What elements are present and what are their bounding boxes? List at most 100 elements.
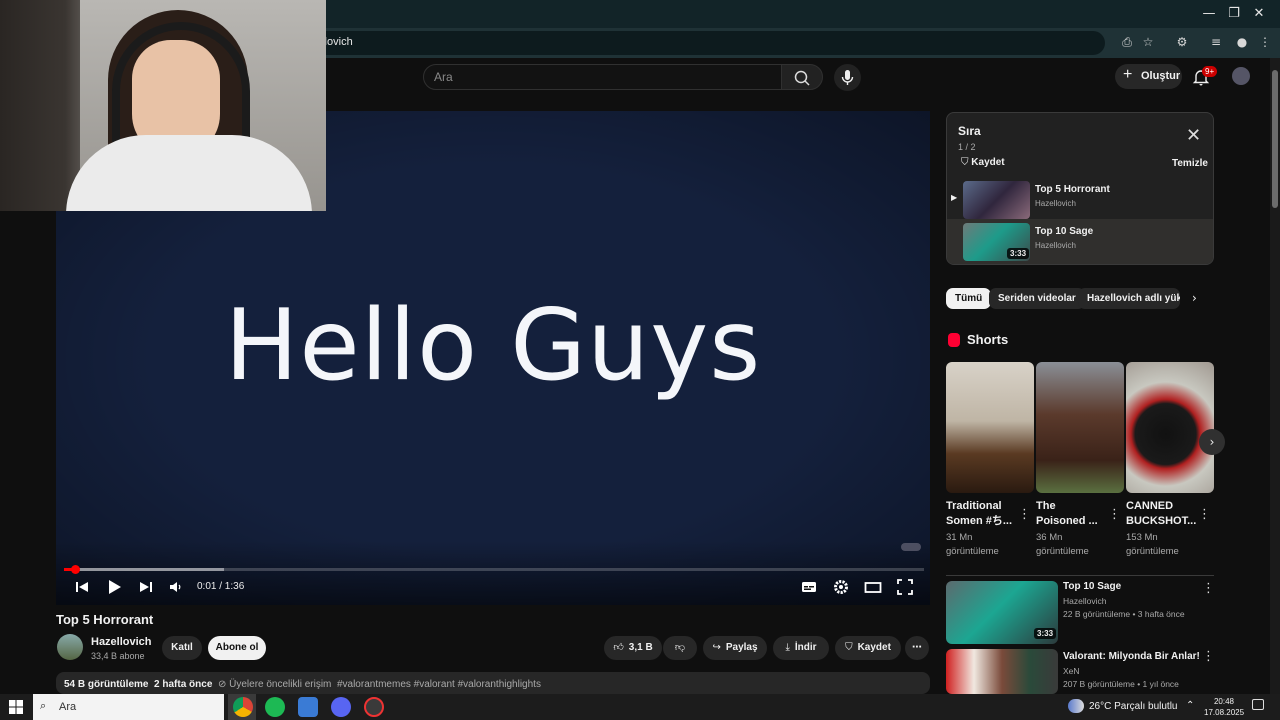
short-menu-icon[interactable]: ⋮ bbox=[1198, 507, 1211, 522]
theater-icon bbox=[864, 582, 882, 593]
account-avatar[interactable] bbox=[1232, 67, 1250, 85]
search-button[interactable] bbox=[781, 64, 823, 90]
dislike-button[interactable]: 👎︎ bbox=[663, 636, 697, 660]
install-app-icon[interactable]: ⎙ bbox=[1117, 33, 1137, 51]
settings-button[interactable] bbox=[831, 577, 851, 597]
related-title: Valorant: Milyonda Bir Anlar! bbox=[1063, 651, 1200, 662]
save-button[interactable]: ⛉ Kaydet bbox=[835, 636, 901, 660]
description-box[interactable]: 54 B görüntüleme 2 hafta önce ⊘ Üyelere … bbox=[56, 672, 930, 694]
shorts-next-arrow-icon[interactable]: › bbox=[1199, 429, 1225, 455]
chip-series[interactable]: Seriden videolar bbox=[989, 288, 1085, 309]
create-button[interactable]: + Oluştur bbox=[1115, 64, 1182, 89]
short-views-2: görüntüleme bbox=[1126, 546, 1179, 557]
scrollbar-thumb[interactable] bbox=[1272, 70, 1278, 208]
channel-avatar[interactable] bbox=[57, 634, 83, 660]
playlist-thumbnail bbox=[963, 181, 1030, 219]
taskbar-search[interactable]: Ara bbox=[33, 694, 224, 720]
omnibox[interactable] bbox=[300, 31, 1105, 55]
clock-time: 20:48 bbox=[1213, 697, 1235, 706]
chevron-up-icon[interactable]: ⌃ bbox=[1186, 700, 1194, 711]
chevron-right-icon[interactable]: › bbox=[1192, 291, 1197, 305]
app-icon[interactable] bbox=[298, 697, 318, 717]
short-card[interactable]: The Poisoned ... 36 Mn görüntüleme ⋮ bbox=[1036, 362, 1124, 559]
progress-scrubber[interactable] bbox=[71, 565, 80, 574]
extensions-icon[interactable]: ⚙ bbox=[1172, 33, 1192, 51]
short-card[interactable]: CANNED BUCKSHOT... 153 Mn görüntüleme ⋮ bbox=[1126, 362, 1214, 559]
chip-uploads[interactable]: Hazellovich adlı yükle bbox=[1078, 288, 1180, 309]
short-thumbnail bbox=[1036, 362, 1124, 493]
playlist-clear-button[interactable]: Temizle bbox=[1172, 158, 1208, 169]
like-button[interactable]: 👍︎ 3,1 B bbox=[604, 636, 662, 660]
download-icon: ⤓ bbox=[785, 642, 790, 653]
short-title-2: Poisoned ... bbox=[1036, 515, 1098, 527]
spotify-icon[interactable] bbox=[265, 697, 285, 717]
download-label: İndir bbox=[794, 642, 817, 653]
chrome-icon[interactable] bbox=[233, 697, 253, 717]
download-button[interactable]: ⤓ İndir bbox=[773, 636, 829, 660]
media-control-icon[interactable]: ≡ bbox=[1206, 33, 1226, 51]
fullscreen-icon bbox=[897, 579, 913, 595]
channel-watermark[interactable] bbox=[901, 543, 921, 551]
taskbar-clock[interactable]: 20:48 17.08.2025 bbox=[1204, 696, 1244, 718]
join-button[interactable]: Katıl bbox=[162, 636, 202, 660]
close-icon[interactable]: ✕ bbox=[1186, 125, 1201, 146]
share-button[interactable]: ↪ Paylaş bbox=[703, 636, 767, 660]
webcam-overlay bbox=[0, 0, 326, 211]
playlist-save-button[interactable]: ⛉ Kaydet bbox=[961, 157, 1005, 168]
thumbs-down-icon: 👎︎ bbox=[674, 642, 686, 653]
previous-button[interactable] bbox=[72, 577, 92, 597]
short-card[interactable]: Traditional Somen #ち... 31 Mn görüntüleme … bbox=[946, 362, 1034, 559]
short-menu-icon[interactable]: ⋮ bbox=[1018, 507, 1031, 522]
subscriber-count: 33,4 B abone bbox=[91, 651, 145, 661]
related-channel: Hazellovich bbox=[1063, 596, 1107, 606]
voice-search-button[interactable] bbox=[834, 64, 861, 91]
short-views: 36 Mn bbox=[1036, 532, 1063, 543]
subscribe-button[interactable]: Abone ol bbox=[208, 636, 266, 660]
fullscreen-button[interactable] bbox=[895, 577, 915, 597]
theater-mode-button[interactable] bbox=[863, 577, 883, 597]
playlist-save-label: Kaydet bbox=[971, 157, 1005, 168]
volume-button[interactable] bbox=[166, 577, 186, 597]
browser-menu-icon[interactable]: ⋮ bbox=[1255, 33, 1275, 51]
channel-name[interactable]: Hazellovich bbox=[91, 636, 152, 648]
gear-icon bbox=[834, 580, 848, 594]
now-playing-icon: ▶ bbox=[951, 193, 958, 202]
app-icon[interactable] bbox=[364, 697, 384, 717]
related-menu-icon[interactable]: ⋮ bbox=[1202, 581, 1215, 596]
weather-text[interactable]: 26°C Parçalı bulutlu bbox=[1089, 701, 1178, 712]
short-thumbnail bbox=[946, 362, 1034, 493]
play-icon bbox=[109, 580, 121, 594]
bookmark-star-icon[interactable]: ☆ bbox=[1138, 33, 1158, 51]
notification-badge: 9+ bbox=[1202, 66, 1218, 77]
progress-buffered bbox=[64, 568, 224, 571]
more-actions-button[interactable]: ⋯ bbox=[905, 636, 929, 660]
related-menu-icon[interactable]: ⋮ bbox=[1202, 649, 1215, 664]
playlist-item-channel: Hazellovich bbox=[1035, 199, 1076, 208]
previous-icon bbox=[76, 582, 88, 592]
related-video[interactable]: 3:33 Top 10 Sage Hazellovich 22 B görünt… bbox=[946, 581, 1215, 645]
playlist-item[interactable]: ▶ Top 5 Horrorant Hazellovich bbox=[947, 177, 1213, 219]
related-channel: XeN bbox=[1063, 666, 1080, 676]
profile-icon[interactable]: ● bbox=[1232, 33, 1252, 51]
search-input[interactable]: Ara bbox=[423, 64, 782, 90]
playlist-item[interactable]: 3:33 Top 10 Sage Hazellovich bbox=[947, 219, 1213, 264]
notification-center-icon[interactable] bbox=[1252, 699, 1264, 710]
close-window-button[interactable]: ✕ bbox=[1244, 4, 1274, 24]
short-menu-icon[interactable]: ⋮ bbox=[1108, 507, 1121, 522]
windows-start-icon[interactable] bbox=[9, 700, 23, 719]
chip-all[interactable]: Tümü bbox=[946, 288, 992, 309]
clock-date: 17.08.2025 bbox=[1204, 708, 1245, 717]
section-divider bbox=[946, 575, 1214, 576]
upload-age: 2 hafta önce bbox=[154, 679, 213, 690]
members-access: Üyelere öncelikli erişim bbox=[229, 679, 332, 690]
related-meta: 207 B görüntüleme • 1 yıl önce bbox=[1063, 679, 1179, 689]
next-button[interactable] bbox=[136, 577, 156, 597]
duration-badge: 3:33 bbox=[1034, 628, 1057, 639]
short-views: 31 Mn bbox=[946, 532, 973, 543]
discord-icon[interactable] bbox=[331, 697, 351, 717]
save-label: Kaydet bbox=[857, 642, 891, 653]
subtitles-button[interactable] bbox=[799, 577, 819, 597]
time-display: 0:01 / 1:36 bbox=[197, 581, 245, 592]
play-button[interactable] bbox=[104, 577, 124, 597]
hashtags[interactable]: #valorantmemes #valorant #valoranthighli… bbox=[337, 679, 541, 690]
